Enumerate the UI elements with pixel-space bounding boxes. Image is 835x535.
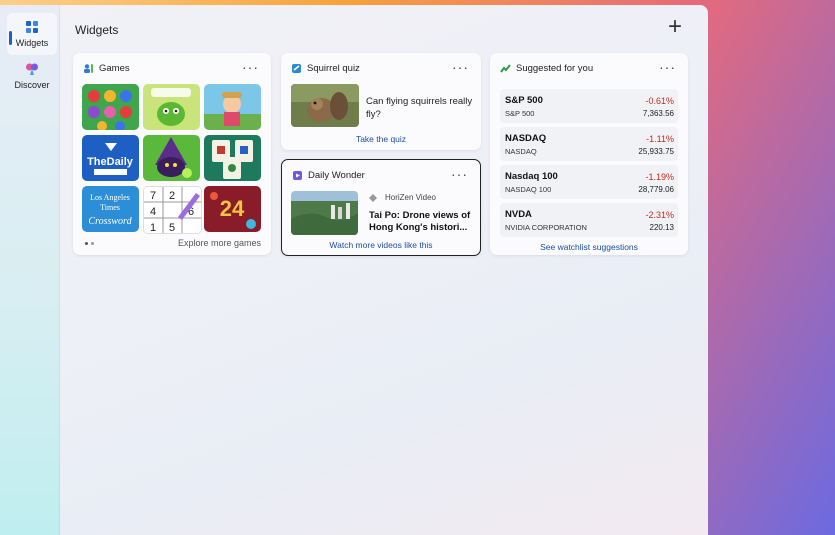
game-tile-sudoku[interactable]: 7 2 4 6 1 5	[143, 186, 202, 234]
thedaily-crossword-icon: TheDaily	[82, 135, 139, 181]
stocks-title: Suggested for you	[516, 63, 594, 74]
svg-text:1: 1	[150, 222, 156, 233]
svg-text:2: 2	[169, 190, 175, 202]
nav-item-discover[interactable]: Discover	[7, 55, 57, 97]
quiz-header: Squirrel quiz	[291, 63, 360, 74]
active-indicator	[9, 31, 12, 45]
wizard-game-icon	[143, 135, 200, 181]
svg-text:4: 4	[150, 206, 156, 218]
pager-dot-active	[85, 242, 88, 245]
game-tile-farm[interactable]	[204, 84, 261, 130]
games-pager[interactable]	[85, 242, 94, 245]
stock-sub: NASDAQ 100	[505, 185, 552, 194]
stocks-icon	[500, 64, 511, 73]
game-tile-thedaily-crossword[interactable]: TheDaily	[82, 135, 139, 181]
mahjong-icon	[204, 135, 261, 181]
games-title: Games	[99, 63, 130, 74]
stock-value: 28,779.06	[638, 185, 674, 194]
svg-text:24: 24	[220, 196, 245, 221]
stock-name: NASDAQ	[505, 133, 547, 144]
stock-sub: NASDAQ	[505, 147, 537, 156]
nav-discover-label: Discover	[14, 80, 50, 90]
add-widget-button[interactable]: +	[664, 15, 686, 39]
wonder-more-button[interactable]: ···	[451, 166, 468, 182]
svg-text:5: 5	[169, 222, 175, 233]
wonder-header: Daily Wonder	[292, 170, 365, 181]
game-tile-la-times-crossword[interactable]: Los Angeles Times Crossword	[82, 186, 139, 232]
games-header: Games	[83, 63, 130, 74]
game-tile-mahjong[interactable]	[204, 135, 261, 181]
quiz-icon	[292, 64, 301, 73]
stock-row[interactable]: Nasdaq 100 NASDAQ 100 -1.19% 28,779.06	[500, 165, 678, 199]
video-source-name: HoriZen Video	[385, 193, 436, 202]
daily-wonder-card: Daily Wonder ··· HoriZen Video Tai Po: D…	[281, 159, 481, 256]
page-title: Widgets	[75, 23, 119, 37]
sudoku-icon: 7 2 4 6 1 5	[144, 187, 201, 233]
video-icon	[293, 171, 302, 180]
svg-text:7: 7	[150, 190, 156, 202]
nav-widgets-label: Widgets	[15, 38, 49, 48]
widgets-panel: Widgets Discover Widgets + Games ··· The…	[0, 5, 708, 535]
squirrel-quiz-card: Squirrel quiz ··· Can flying squirrels r…	[281, 53, 481, 150]
pager-dot	[91, 242, 94, 245]
stock-value: 7,363.56	[642, 109, 674, 118]
video-source: HoriZen Video	[369, 193, 436, 202]
svg-text:Los Angeles: Los Angeles	[90, 193, 130, 202]
stock-change: -2.31%	[645, 210, 674, 220]
take-quiz-link[interactable]: Take the quiz	[281, 134, 481, 144]
games-card: Games ··· TheDaily Los Angeles Times Cro…	[73, 53, 271, 255]
video-thumbnail[interactable]	[291, 191, 358, 235]
stocks-more-button[interactable]: ···	[659, 59, 676, 75]
stocks-header: Suggested for you	[500, 63, 593, 74]
stock-change: -1.19%	[645, 172, 674, 182]
cut-the-rope-icon	[143, 84, 200, 130]
stock-name: Nasdaq 100	[505, 171, 558, 182]
squirrel-photo	[291, 84, 359, 127]
watch-more-link[interactable]: Watch more videos like this	[282, 240, 480, 250]
video-title[interactable]: Tai Po: Drone views of Hong Kong's histo…	[369, 210, 479, 234]
game-tile-2048[interactable]: 24	[204, 186, 261, 232]
drone-view-photo	[291, 191, 358, 235]
widgets-icon	[26, 21, 38, 33]
publisher-logo-icon	[369, 193, 377, 202]
nav-rail: Widgets Discover	[0, 5, 60, 535]
game-tile-cut-the-rope[interactable]	[143, 84, 200, 130]
wonder-title: Daily Wonder	[308, 170, 365, 181]
candy-game-icon	[82, 84, 139, 130]
stock-change: -0.61%	[645, 96, 674, 106]
quiz-title: Squirrel quiz	[307, 63, 360, 74]
stock-row[interactable]: S&P 500 S&P 500 -0.61% 7,363.56	[500, 89, 678, 123]
quiz-more-button[interactable]: ···	[452, 59, 469, 75]
svg-text:TheDaily: TheDaily	[87, 156, 134, 168]
squirrel-image[interactable]	[291, 84, 359, 127]
stocks-card: Suggested for you ··· S&P 500 S&P 500 -0…	[490, 53, 688, 255]
quiz-question[interactable]: Can flying squirrels really fly?	[366, 95, 476, 121]
watchlist-suggestions-link[interactable]: See watchlist suggestions	[490, 242, 688, 252]
stock-value: 25,933.75	[638, 147, 674, 156]
svg-text:Times: Times	[100, 203, 120, 212]
stock-sub: S&P 500	[505, 109, 535, 118]
game-tile-wizard[interactable]	[143, 135, 200, 181]
game-tile-candy[interactable]	[82, 84, 139, 130]
la-times-crossword-icon: Los Angeles Times Crossword	[82, 186, 139, 232]
farm-game-icon	[204, 84, 261, 130]
stock-change: -1.11%	[646, 134, 674, 144]
games-more-button[interactable]: ···	[242, 59, 259, 75]
stock-value: 220.13	[649, 223, 674, 232]
nav-item-widgets[interactable]: Widgets	[7, 13, 57, 55]
svg-text:Crossword: Crossword	[88, 216, 132, 227]
2048-icon: 24	[204, 186, 261, 232]
stock-name: S&P 500	[505, 95, 543, 106]
stock-row[interactable]: NASDAQ NASDAQ -1.11% 25,933.75	[500, 127, 678, 161]
stock-sub: NVIDIA CORPORATION	[505, 223, 587, 232]
explore-games-link[interactable]: Explore more games	[178, 238, 261, 248]
discover-icon	[26, 63, 38, 75]
stock-name: NVDA	[505, 209, 532, 220]
stock-row[interactable]: NVDA NVIDIA CORPORATION -2.31% 220.13	[500, 203, 678, 237]
games-icon	[84, 64, 93, 73]
